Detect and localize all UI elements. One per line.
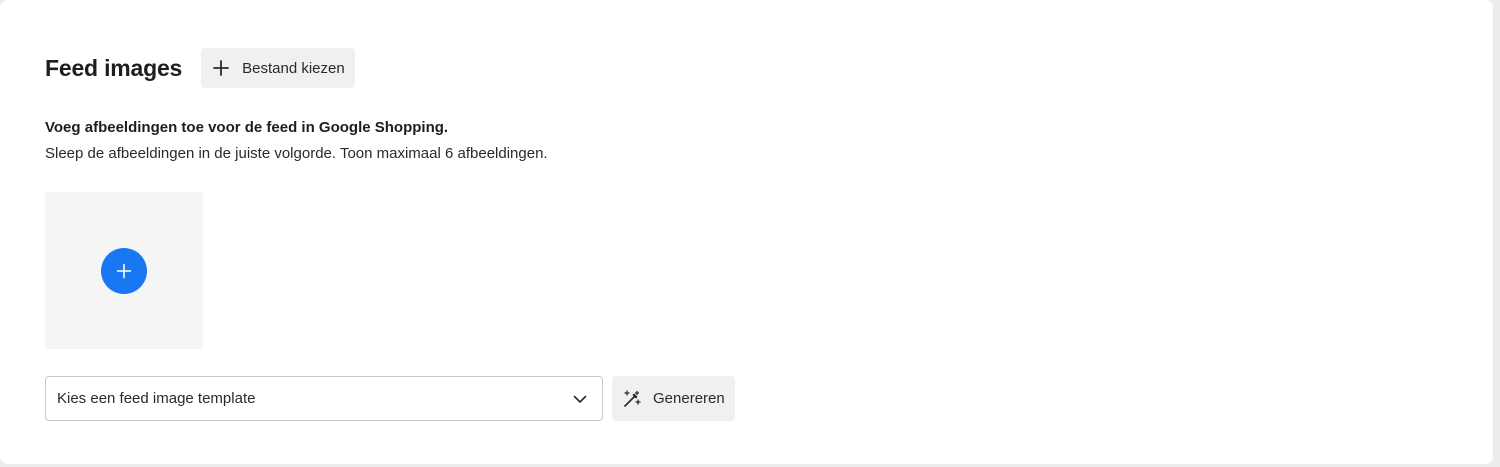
- description-text: Sleep de afbeeldingen in de juiste volgo…: [45, 145, 548, 162]
- chevron-down-icon: [572, 391, 588, 407]
- template-row: Kies een feed image template Genereren: [45, 376, 735, 421]
- feed-images-card: Feed images Bestand kiezen Voeg afbeeldi…: [0, 0, 1493, 464]
- magic-wand-icon: [622, 389, 642, 409]
- description-heading: Voeg afbeeldingen toe voor de feed in Go…: [45, 119, 449, 136]
- plus-icon: [211, 58, 231, 78]
- add-image-button[interactable]: [101, 247, 147, 294]
- template-select[interactable]: Kies een feed image template: [45, 376, 603, 421]
- plus-icon: [116, 263, 132, 278]
- choose-file-button[interactable]: Bestand kiezen: [201, 48, 355, 88]
- template-select-value: Kies een feed image template: [57, 390, 256, 407]
- image-dropzone[interactable]: [45, 192, 203, 349]
- section-title: Feed images: [45, 54, 183, 81]
- generate-label: Genereren: [653, 390, 725, 407]
- choose-file-label: Bestand kiezen: [242, 59, 345, 77]
- section-header: Feed images Bestand kiezen: [45, 48, 355, 88]
- generate-button[interactable]: Genereren: [612, 376, 735, 421]
